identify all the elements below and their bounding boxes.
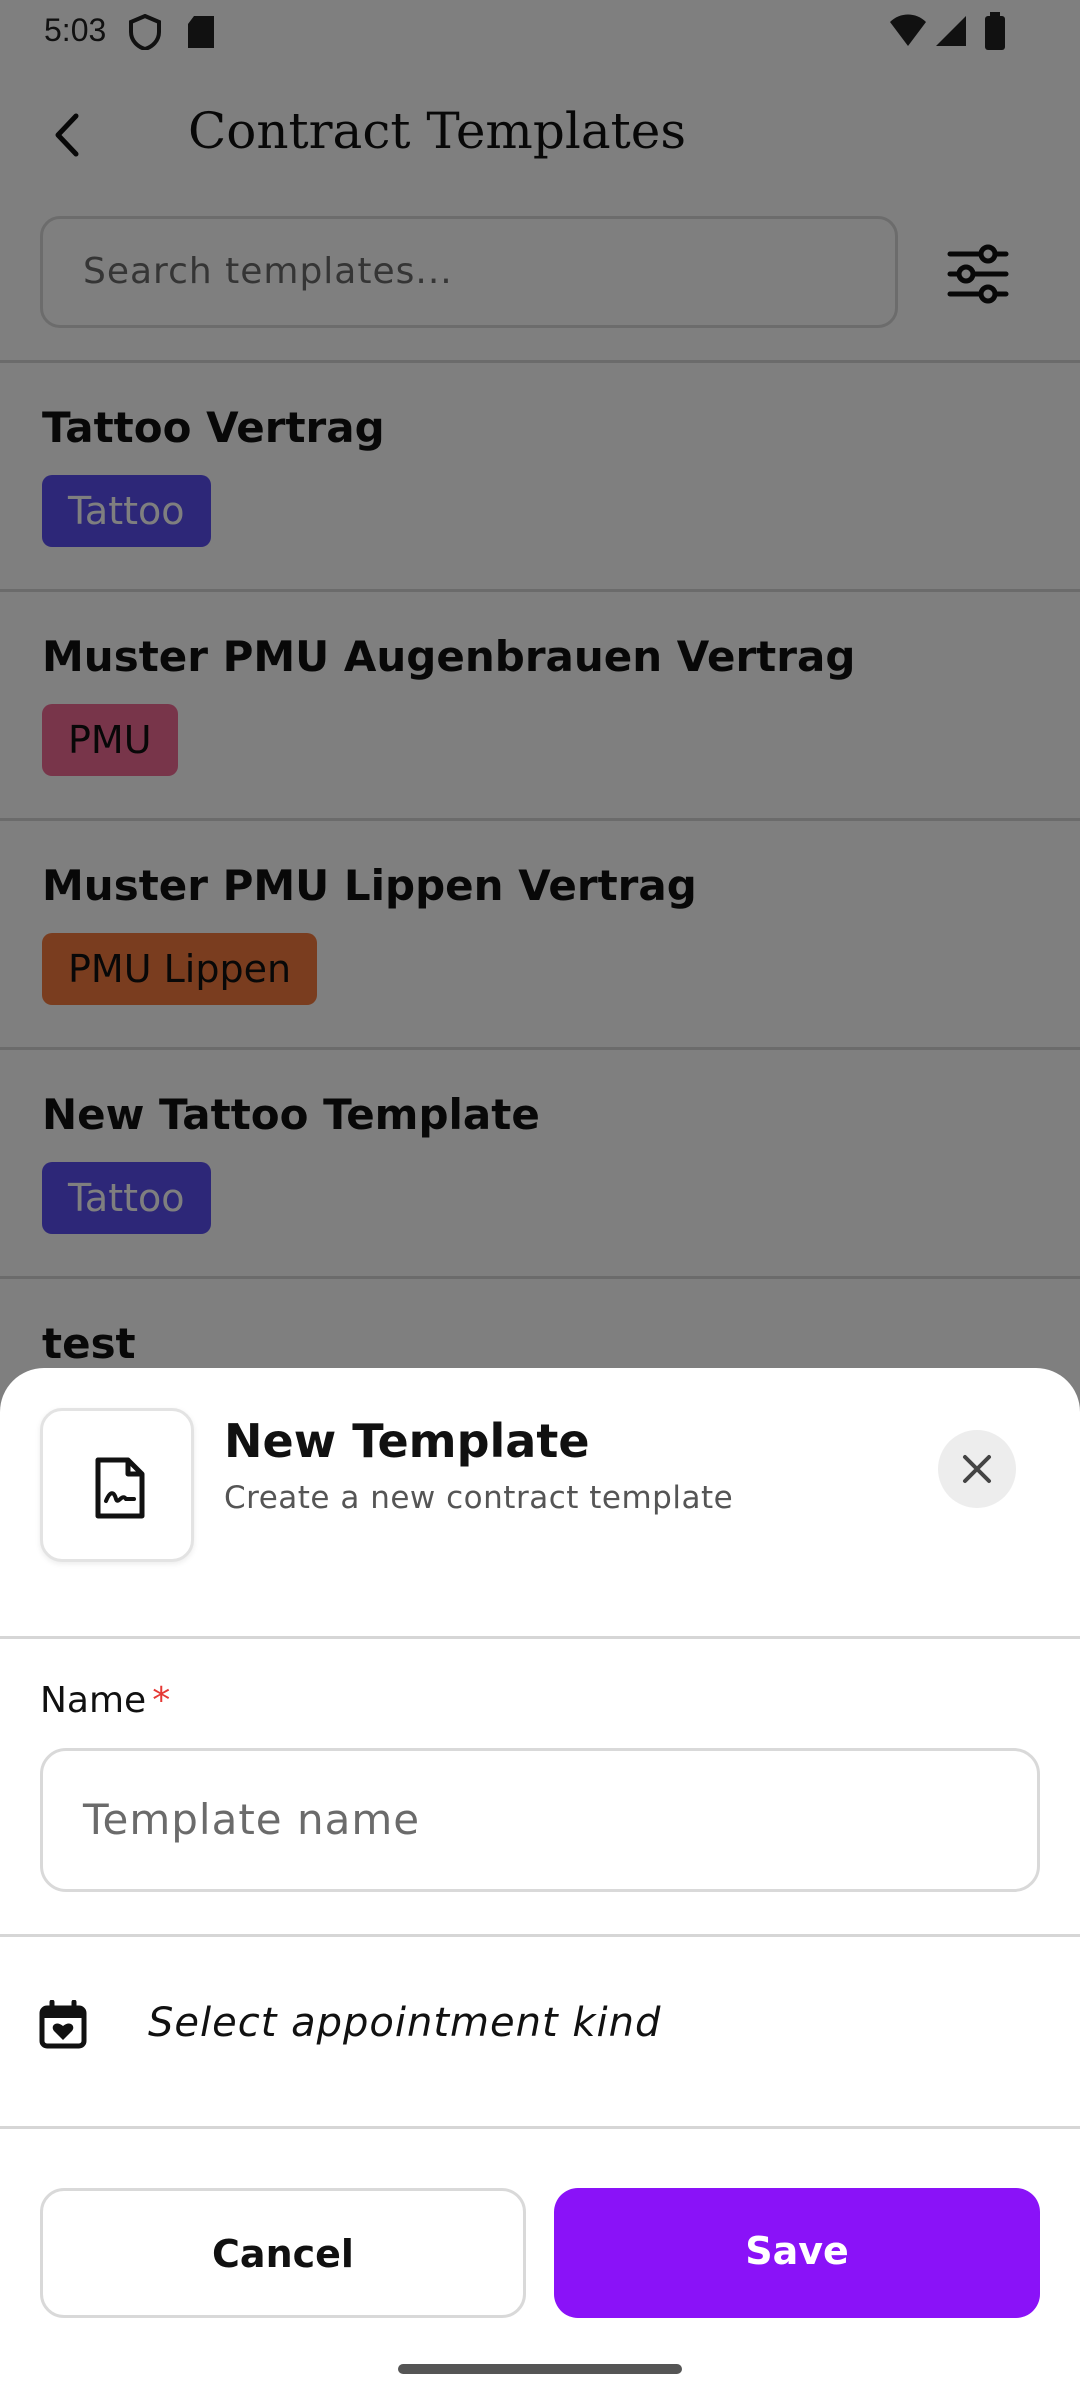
- appointment-kind-label: Select appointment kind: [148, 2000, 662, 2046]
- home-indicator[interactable]: [398, 2364, 682, 2374]
- sheet-divider: [0, 2126, 1080, 2129]
- template-name-placeholder: Template name: [83, 1795, 421, 1844]
- new-template-sheet: New Template Create a new contract templ…: [0, 1368, 1080, 2400]
- document-icon-box: [40, 1408, 194, 1562]
- contract-document-icon: [95, 1457, 145, 1519]
- sheet-divider: [0, 1636, 1080, 1639]
- appointment-kind-selector[interactable]: Select appointment kind: [0, 1936, 1080, 2126]
- close-button[interactable]: [938, 1430, 1016, 1508]
- cancel-button[interactable]: Cancel: [40, 2188, 526, 2318]
- sheet-title: New Template: [224, 1414, 590, 1468]
- save-button[interactable]: Save: [554, 2188, 1040, 2318]
- template-name-input[interactable]: Template name: [40, 1748, 1040, 1892]
- name-label: Name *: [40, 1680, 170, 1721]
- close-icon: [963, 1455, 991, 1483]
- required-mark: *: [152, 1680, 171, 1721]
- name-label-text: Name: [40, 1680, 147, 1721]
- calendar-heart-icon: [39, 2000, 87, 2049]
- sheet-subtitle: Create a new contract template: [224, 1480, 734, 1516]
